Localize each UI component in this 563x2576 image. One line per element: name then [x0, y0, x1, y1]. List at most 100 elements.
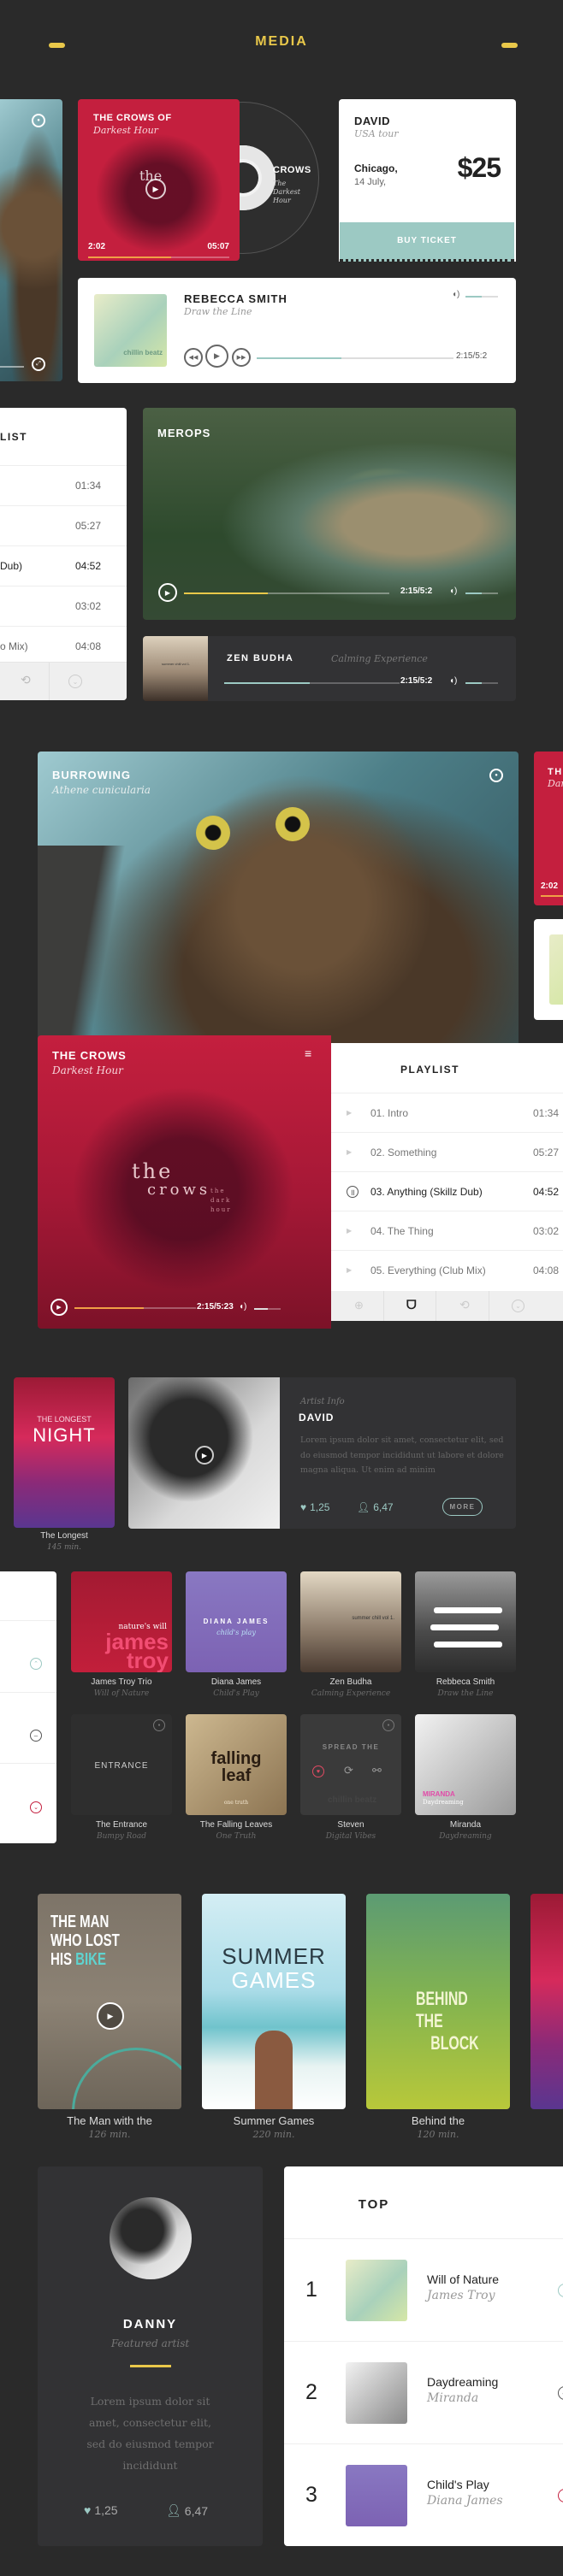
mini-volume[interactable] — [465, 296, 498, 298]
merops-volume[interactable] — [465, 592, 498, 594]
chevron-down-icon[interactable]: ⌄ — [68, 675, 82, 688]
cd-time-total: 05:07 — [207, 242, 229, 251]
merops-time: 2:15/5:2 — [400, 587, 433, 596]
mini-progress[interactable] — [257, 357, 453, 359]
trend-down-icon: ⌄ — [30, 1801, 42, 1813]
movie-poster-bike[interactable]: THE MAN WHO LOST HIS BIKE ▶ — [38, 1894, 181, 2109]
album-cover[interactable]: summer chill vol 1. — [300, 1571, 401, 1672]
album-cover[interactable]: DIANA JAMES child's play — [186, 1571, 287, 1672]
crows-title: THE CROWS — [52, 1049, 127, 1062]
play-icon[interactable]: ▶ — [347, 1148, 352, 1156]
owl-video-peek[interactable]: ● ⤢ — [0, 99, 62, 381]
artist-name: DAVID — [299, 1412, 335, 1424]
merops-progress[interactable] — [184, 592, 389, 594]
movie-poster-longest-night[interactable]: THE LONGEST NIGHT — [14, 1377, 115, 1528]
repeat-icon[interactable]: ⟲ — [459, 1298, 470, 1312]
repeat-icon[interactable]: ⟲ — [21, 673, 31, 687]
merops-play-button[interactable]: ▶ — [158, 583, 177, 602]
mini-track: Draw the Line — [184, 306, 252, 317]
play-icon[interactable]: ▶ — [347, 1266, 352, 1274]
merops-volume-icon[interactable]: ◖) — [449, 587, 457, 596]
artist-play-button[interactable]: ▶ — [195, 1446, 214, 1465]
heart-icon: ♥ — [84, 2503, 92, 2517]
crows-art-text-2: crows — [147, 1181, 211, 1199]
playlist-row[interactable]: ▶ 04. The Thing 03:02 — [331, 1211, 563, 1250]
crows-volume-icon[interactable]: ◖) — [239, 1302, 246, 1312]
cd-progress[interactable] — [88, 256, 229, 258]
album-cover[interactable] — [415, 1571, 516, 1672]
forward-button[interactable]: ▶▶ — [232, 348, 251, 367]
ticket-artist: DAVID — [354, 115, 390, 127]
play-button[interactable]: ▶ — [205, 345, 228, 368]
crows-play-button[interactable]: ▶ — [50, 1299, 68, 1316]
list-item[interactable]: 03:02 — [0, 586, 127, 626]
playlist-row[interactable]: ▶ 01. Intro 01:34 — [331, 1093, 563, 1132]
album-cover[interactable]: MIRANDA Daydreaming — [415, 1714, 516, 1815]
record-icon[interactable]: ● — [382, 1719, 394, 1731]
owl-record-icon[interactable]: ● — [489, 769, 503, 782]
left-playlist-title: LIST — [0, 431, 27, 443]
album-cover[interactable]: falling leaf one truth — [186, 1714, 287, 1815]
merops-video[interactable]: MEROPS ▶ 2:15/5:2 ◖) — [143, 408, 516, 620]
playlist-row[interactable]: ▶ 05. Everything (Club Mix) 04:08 — [331, 1250, 563, 1289]
volume-icon[interactable]: ◖) — [452, 290, 459, 299]
more-button[interactable]: MORE — [442, 1498, 483, 1516]
playlist-row[interactable]: ▶ 02. Something 05:27 — [331, 1132, 563, 1171]
featured-name: DANNY — [122, 2317, 178, 2331]
playlist-title: PLAYLIST — [400, 1064, 459, 1076]
rewind-button[interactable]: ◀◀ — [184, 348, 203, 367]
crows-volume[interactable] — [254, 1308, 281, 1310]
top-row[interactable]: 3 Child's Play Diana James ⌄ — [284, 2443, 563, 2546]
cd-cover-card[interactable]: THE CROWS OF Darkest Hour the ▶ 2:02 05:… — [78, 99, 240, 261]
top-row[interactable]: 2 Daydreaming Miranda – — [284, 2341, 563, 2443]
zen-progress[interactable] — [224, 682, 400, 684]
record-icon[interactable]: ● — [153, 1719, 165, 1731]
featured-bio: Lorem ipsum dolor sit amet, consectetur … — [86, 2395, 214, 2472]
bucket-icon[interactable]: ᗜ — [406, 1298, 417, 1312]
movie-poster-peek[interactable] — [530, 1894, 563, 2109]
movie-poster-block[interactable]: BEHIND THE BLOCK — [366, 1894, 510, 2109]
zen-album: Calming Experience — [331, 653, 428, 664]
movie-duration: 220 min. — [252, 2129, 295, 2140]
add-icon[interactable]: ⊕ — [354, 1299, 364, 1312]
album-cover[interactable]: nature's will james troy — [71, 1571, 172, 1672]
list-item[interactable]: 05:27 — [0, 505, 127, 545]
album-artist: The Falling Leaves — [199, 1820, 273, 1830]
trend-same-icon: – — [30, 1730, 42, 1742]
peek-progress[interactable] — [0, 366, 24, 368]
play-icon[interactable]: ▶ — [347, 1109, 352, 1117]
list-item[interactable]: Dub) 04:52 — [0, 545, 127, 586]
album-cover[interactable]: ● SPREAD THE ♥ ⟳ ⚯ chillin beatz — [300, 1714, 401, 1815]
crow-card-peek[interactable]: THE Dar 2:02 — [534, 752, 563, 905]
ticket-price: $25 — [457, 152, 501, 183]
album-artist: Zen Budha — [329, 1677, 372, 1687]
fullscreen-icon[interactable]: ⤢ — [32, 357, 45, 371]
list-item[interactable]: o Mix) 04:08 — [0, 626, 127, 666]
pause-icon[interactable]: ॥ — [347, 1185, 359, 1198]
zen-volume[interactable] — [465, 682, 498, 684]
buy-ticket-button[interactable]: BUY TICKET — [340, 222, 514, 262]
playlist-row[interactable]: ॥ 03. Anything (Skillz Dub) 04:52 — [331, 1171, 563, 1211]
album-artist: Miranda — [449, 1820, 482, 1830]
menu-icon[interactable]: ≡ — [305, 1047, 311, 1059]
album-artist: Steven — [337, 1820, 364, 1830]
record-icon[interactable]: ● — [32, 114, 45, 127]
cd-play-button[interactable]: ▶ — [145, 179, 166, 199]
share-icon[interactable]: ⟳ — [344, 1764, 353, 1777]
chevron-down-icon[interactable]: ⌄ — [512, 1300, 524, 1312]
movie-poster-summer[interactable]: SUMMER GAMES — [202, 1894, 346, 2109]
zen-volume-icon[interactable]: ◖) — [449, 676, 457, 686]
disc-title: CROWS — [273, 165, 311, 175]
featured-artist-card: DANNY Featured artist Lorem ipsum dolor … — [38, 2166, 263, 2546]
heart-icon[interactable]: ♥ — [312, 1765, 324, 1777]
album-cover[interactable]: ● ENTRANCE — [71, 1714, 172, 1815]
album-title: Will of Nature — [93, 1689, 150, 1698]
play-icon[interactable]: ▶ — [347, 1227, 352, 1235]
link-icon[interactable]: ⚯ — [372, 1764, 382, 1777]
list-item[interactable]: 01:34 — [0, 465, 127, 505]
movie-play-button[interactable]: ▶ — [97, 2002, 124, 2030]
zen-artist: ZEN BUDHA — [227, 653, 294, 663]
crows-progress[interactable] — [74, 1307, 196, 1309]
movie-title: Behind the — [411, 2114, 465, 2127]
top-row[interactable]: 1 Will of Nature James Troy ⌃ — [284, 2238, 563, 2341]
